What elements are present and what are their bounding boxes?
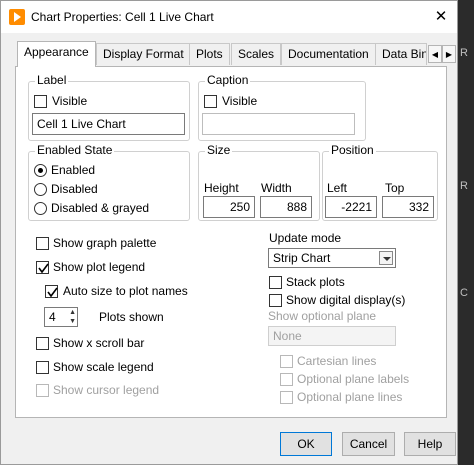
show-digital-displays-checkbox[interactable] [269,294,282,307]
caption-visible-checkbox[interactable] [204,95,217,108]
title-bar: Chart Properties: Cell 1 Live Chart ✕ [1,1,457,33]
show-scale-legend-checkbox[interactable] [36,361,49,374]
optional-plane-labels-checkbox[interactable] [280,373,293,386]
background-app-strip: R R C [456,0,474,465]
enabled-state-title: Enabled State [35,143,115,157]
checkmark-icon [47,287,58,298]
height-label: Height [204,181,239,195]
label-visible-label: Visible [52,94,88,108]
update-mode-select[interactable]: Strip Chart [268,248,396,268]
disabled-radio-label: Disabled [51,182,98,196]
appearance-tab-panel: Label Visible Cell 1 Live Chart Caption … [15,66,447,418]
cartesian-lines-checkbox[interactable] [280,355,293,368]
label-group-title: Label [35,73,69,87]
bg-fragment: R [460,47,468,59]
chart-properties-dialog: Chart Properties: Cell 1 Live Chart ✕ Ap… [0,0,458,465]
optional-plane-select[interactable]: None [268,326,396,346]
tab-documentation[interactable]: Documentation [281,43,376,65]
left-label: Left [327,181,348,195]
width-label: Width [261,181,292,195]
caption-group: Caption Visible [198,73,366,141]
label-visible-checkbox[interactable] [34,95,47,108]
position-group-title: Position [329,143,376,157]
bg-fragment: R [460,180,468,192]
label-text-field[interactable]: Cell 1 Live Chart [32,113,185,135]
show-plot-legend-label: Show plot legend [53,260,146,274]
optional-plane-lines-checkbox[interactable] [280,391,293,404]
tab-scroll-left-icon[interactable]: ◀ [428,45,442,63]
window-title: Chart Properties: Cell 1 Live Chart [31,10,214,24]
bg-fragment: C [460,287,468,299]
show-optional-plane-label: Show optional plane [268,309,377,323]
show-cursor-legend-checkbox[interactable] [36,384,49,397]
plots-shown-stepper[interactable]: 4 ▲ ▼ [44,307,78,327]
close-icon[interactable]: ✕ [429,6,453,28]
enabled-radio-label: Enabled [51,163,96,177]
tab-appearance[interactable]: Appearance [17,41,96,67]
cancel-button[interactable]: Cancel [342,432,395,456]
show-plot-legend-checkbox[interactable] [36,261,49,274]
show-x-scroll-bar-label: Show x scroll bar [53,336,145,350]
size-group-title: Size [205,143,233,157]
cartesian-lines-label: Cartesian lines [297,354,377,368]
chevron-down-icon [379,251,393,265]
tab-scales[interactable]: Scales [231,43,282,65]
auto-size-plot-names-label: Auto size to plot names [63,284,188,298]
width-field[interactable]: 888 [260,196,312,218]
checkmark-icon [38,263,49,274]
update-mode-value: Strip Chart [273,251,331,265]
top-label: Top [385,181,405,195]
help-button[interactable]: Help [404,432,456,456]
plots-shown-value: 4 [49,310,56,324]
optional-plane-value: None [273,329,302,343]
show-graph-palette-checkbox[interactable] [36,237,49,250]
size-group: Size Height Width 250 888 [198,143,320,221]
tab-display-format[interactable]: Display Format [96,43,191,65]
update-mode-label: Update mode [269,231,342,245]
tab-plots[interactable]: Plots [189,43,230,65]
top-field[interactable]: 332 [382,196,434,218]
tab-data-binding[interactable]: Data Bin [375,43,427,65]
caption-group-title: Caption [205,73,251,87]
height-field[interactable]: 250 [203,196,255,218]
tab-scroll-right-icon[interactable]: ▶ [442,45,456,63]
spin-arrows-icon[interactable]: ▲ ▼ [69,308,76,326]
show-x-scroll-bar-checkbox[interactable] [36,337,49,350]
caption-text-field[interactable] [202,113,355,135]
disabled-radio[interactable] [34,183,47,196]
stack-plots-checkbox[interactable] [269,276,282,289]
stack-plots-label: Stack plots [286,275,345,289]
plots-shown-label: Plots shown [99,310,164,324]
show-cursor-legend-label: Show cursor legend [53,383,160,397]
optional-plane-labels-label: Optional plane labels [297,372,410,386]
optional-plane-lines-label: Optional plane lines [297,390,403,404]
show-graph-palette-label: Show graph palette [53,236,157,250]
labview-app-icon [9,9,25,25]
position-group: Position Left Top -2221 332 [322,143,438,221]
caption-visible-label: Visible [222,94,258,108]
show-digital-displays-label: Show digital display(s) [286,293,406,307]
left-field[interactable]: -2221 [325,196,377,218]
disabled-grayed-radio[interactable] [34,202,47,215]
ok-button[interactable]: OK [280,432,332,456]
show-scale-legend-label: Show scale legend [53,360,154,374]
label-group: Label Visible Cell 1 Live Chart [28,73,190,141]
disabled-grayed-radio-label: Disabled & grayed [51,201,150,215]
enabled-radio[interactable] [34,164,47,177]
radio-selected-dot [38,168,43,173]
auto-size-plot-names-checkbox[interactable] [45,285,58,298]
enabled-state-group: Enabled State Enabled Disabled Disabled … [28,143,190,221]
